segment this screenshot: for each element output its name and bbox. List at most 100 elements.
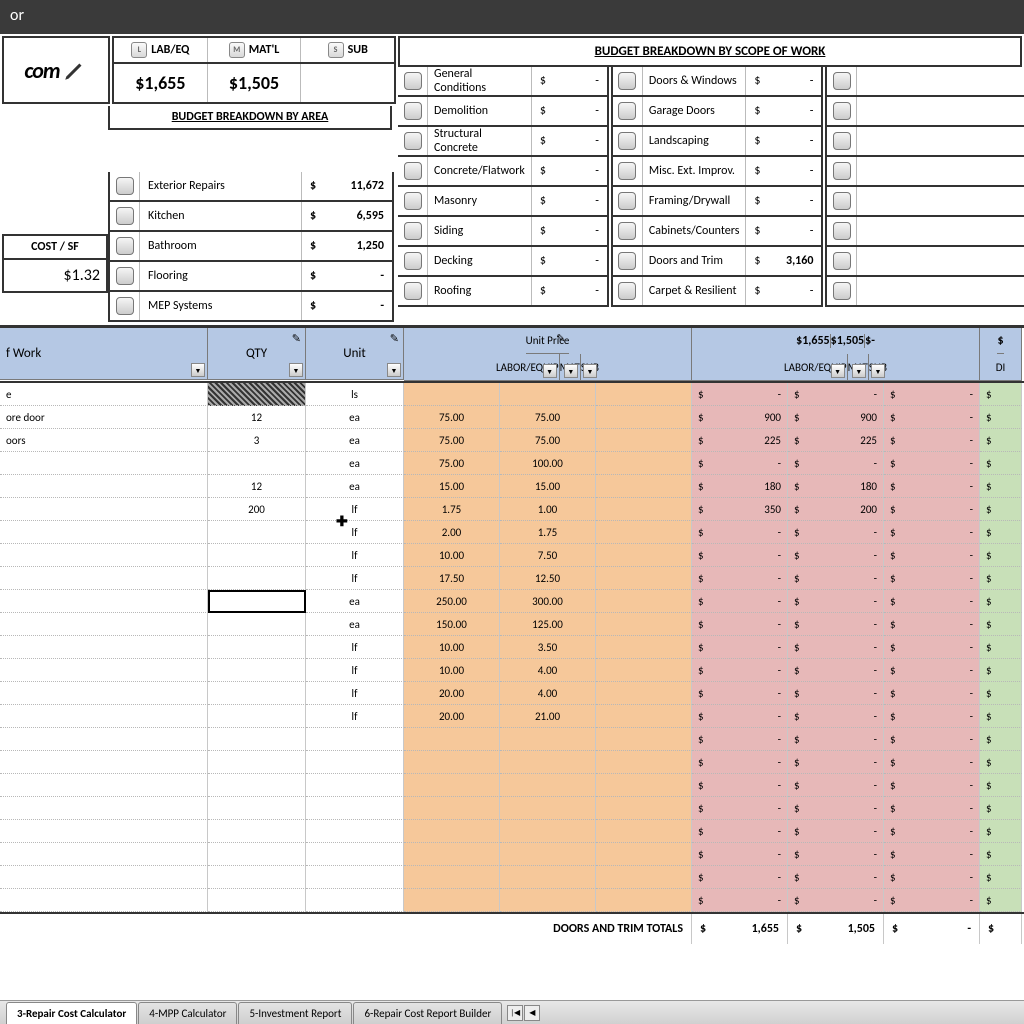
cell-unit[interactable]: lf (306, 498, 404, 521)
checkbox[interactable] (618, 72, 636, 90)
cell-mat-price[interactable]: 1.75 (500, 521, 596, 544)
filter-dropdown-icon[interactable]: ▼ (564, 364, 578, 378)
checkbox[interactable] (618, 102, 636, 120)
cell-unit[interactable]: ls (306, 383, 404, 406)
cell-labor-price[interactable]: 250.00 (404, 590, 500, 613)
checkbox[interactable] (404, 72, 422, 90)
cell-sub-price[interactable] (596, 567, 692, 590)
header-labor2[interactable]: LABOR/EQUIP▼ (784, 354, 848, 380)
cell-sub-price[interactable] (596, 613, 692, 636)
checkbox[interactable] (833, 222, 851, 240)
cell-sub-price[interactable] (596, 705, 692, 728)
cell-mat-price[interactable]: 75.00 (500, 406, 596, 429)
checkbox[interactable] (618, 162, 636, 180)
cell-labor-price[interactable]: 20.00 (404, 705, 500, 728)
cell-labor-price[interactable]: 75.00 (404, 406, 500, 429)
tab-nav-prev-icon[interactable]: ◀ (524, 1005, 540, 1021)
cell-desc[interactable] (0, 751, 208, 774)
cell-desc[interactable] (0, 521, 208, 544)
cell-labor-price[interactable]: 75.00 (404, 452, 500, 475)
checkbox[interactable] (404, 132, 422, 150)
cell-qty[interactable] (208, 889, 306, 912)
header-work[interactable]: f Work▼ (0, 328, 208, 380)
checkbox[interactable] (618, 132, 636, 150)
filter-dropdown-icon[interactable]: ▼ (583, 364, 597, 378)
filter-dropdown-icon[interactable]: ▼ (871, 364, 885, 378)
cell-labor-price[interactable]: 10.00 (404, 659, 500, 682)
checkbox[interactable] (116, 237, 134, 255)
cell-sub-price[interactable] (596, 498, 692, 521)
cell-labor-price[interactable] (404, 820, 500, 843)
cell-mat-price[interactable] (500, 774, 596, 797)
cell-unit[interactable]: lf (306, 682, 404, 705)
cell-desc[interactable] (0, 498, 208, 521)
cell-desc[interactable] (0, 866, 208, 889)
cell-sub-price[interactable] (596, 590, 692, 613)
cell-qty[interactable] (208, 636, 306, 659)
cell-sub-price[interactable] (596, 866, 692, 889)
checkbox[interactable] (618, 282, 636, 300)
header-sub2[interactable]: SUB▼ (869, 354, 887, 380)
cell-desc[interactable] (0, 820, 208, 843)
cell-qty[interactable] (208, 843, 306, 866)
cell-labor-price[interactable] (404, 843, 500, 866)
cell-desc[interactable] (0, 682, 208, 705)
cell-qty[interactable]: 12 (208, 475, 306, 498)
cell-sub-price[interactable] (596, 889, 692, 912)
cell-qty[interactable] (208, 728, 306, 751)
cell-unit[interactable] (306, 820, 404, 843)
cell-sub-price[interactable] (596, 544, 692, 567)
cell-labor-price[interactable] (404, 728, 500, 751)
cell-mat-price[interactable]: 1.00 (500, 498, 596, 521)
cell-mat-price[interactable] (500, 797, 596, 820)
cell-qty[interactable] (208, 659, 306, 682)
cell-unit[interactable]: lf (306, 567, 404, 590)
checkbox[interactable] (833, 282, 851, 300)
sheet-tab[interactable]: 4-MPP Calculator (138, 1002, 237, 1024)
cell-qty[interactable] (208, 544, 306, 567)
checkbox[interactable] (833, 102, 851, 120)
cell-unit[interactable] (306, 751, 404, 774)
checkbox[interactable] (404, 192, 422, 210)
cell-mat-price[interactable]: 75.00 (500, 429, 596, 452)
checkbox[interactable] (404, 222, 422, 240)
cell-labor-price[interactable] (404, 751, 500, 774)
cell-sub-price[interactable] (596, 797, 692, 820)
filter-dropdown-icon[interactable]: ▼ (191, 363, 205, 377)
cell-unit[interactable] (306, 774, 404, 797)
checkbox[interactable] (833, 192, 851, 210)
cell-unit[interactable]: ea (306, 475, 404, 498)
cell-mat-price[interactable] (500, 751, 596, 774)
cell-labor-price[interactable]: 10.00 (404, 544, 500, 567)
cell-mat-price[interactable]: 100.00 (500, 452, 596, 475)
cell-unit[interactable] (306, 843, 404, 866)
checkbox[interactable] (833, 162, 851, 180)
sheet-tab[interactable]: 5-Investment Report (238, 1002, 352, 1024)
cell-unit[interactable]: lf (306, 659, 404, 682)
cell-qty[interactable] (208, 866, 306, 889)
cell-unit[interactable] (306, 797, 404, 820)
cell-sub-price[interactable] (596, 659, 692, 682)
cell-desc[interactable] (0, 544, 208, 567)
sheet-tab[interactable]: 3-Repair Cost Calculator (6, 1002, 137, 1024)
cell-desc[interactable] (0, 475, 208, 498)
filter-dropdown-icon[interactable]: ▼ (289, 363, 303, 377)
header-labor[interactable]: LABOR/EQUIP▼ (496, 354, 560, 380)
header-qty[interactable]: ✎QTY▼ (208, 328, 306, 380)
cell-sub-price[interactable] (596, 475, 692, 498)
cell-sub-price[interactable] (596, 820, 692, 843)
cell-desc[interactable] (0, 797, 208, 820)
checkbox[interactable] (404, 282, 422, 300)
checkbox[interactable] (116, 207, 134, 225)
cell-unit[interactable]: lf (306, 705, 404, 728)
cell-desc[interactable] (0, 613, 208, 636)
cell-desc[interactable] (0, 636, 208, 659)
cell-mat-price[interactable] (500, 383, 596, 406)
cell-mat-price[interactable] (500, 728, 596, 751)
cell-sub-price[interactable] (596, 728, 692, 751)
cell-labor-price[interactable]: 15.00 (404, 475, 500, 498)
checkbox[interactable] (404, 102, 422, 120)
cell-qty[interactable] (208, 521, 306, 544)
checkbox[interactable] (116, 297, 134, 315)
cell-mat-price[interactable]: 300.00 (500, 590, 596, 613)
